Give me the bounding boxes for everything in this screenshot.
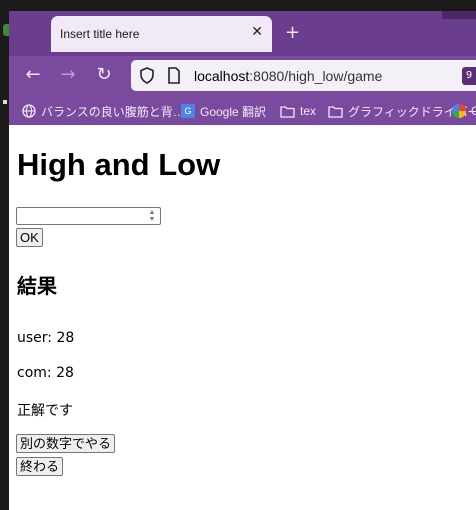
user-value: user: 28 <box>17 330 75 346</box>
address-bar[interactable]: localhost:8080/high_low/game 9 <box>131 60 476 91</box>
taskbar-mark <box>3 100 7 104</box>
bookmark-item[interactable]: G <box>452 102 476 120</box>
ok-button[interactable]: OK <box>16 228 43 247</box>
quit-button[interactable]: 終わる <box>16 457 64 476</box>
desktop-edge <box>0 0 9 510</box>
reload-icon[interactable]: ↻ <box>92 63 116 87</box>
extension-badge[interactable]: 9 <box>462 67 476 85</box>
page-icon <box>168 67 180 84</box>
page-content: High and Low ▲ ▼ OK 結果 user: 28 com: 28 正… <box>9 125 476 510</box>
bookmark-folder[interactable]: tex <box>280 102 316 120</box>
bookmark-label: G <box>471 104 476 118</box>
folder-icon <box>280 105 295 118</box>
play-again-button[interactable]: 別の数字でやる <box>16 434 116 453</box>
url-text[interactable]: localhost:8080/high_low/game <box>194 68 382 84</box>
number-input[interactable]: ▲ ▼ <box>16 207 161 225</box>
bookmark-label: Google 翻訳 <box>200 104 267 119</box>
tab-title: Insert title here <box>60 27 140 41</box>
url-host: localhost <box>194 68 250 84</box>
google-icon <box>452 104 466 118</box>
com-value: com: 28 <box>17 365 74 381</box>
shield-icon <box>140 67 154 84</box>
folder-icon <box>328 105 343 118</box>
bookmark-label: tex <box>300 104 317 118</box>
bookmarks-bar: バランスの良い腹筋と背… G Google 翻訳 tex グラフィックドライバー… <box>9 96 476 125</box>
active-tab[interactable]: Insert title here ✕ <box>51 16 272 52</box>
bookmark-item[interactable]: バランスの良い腹筋と背… <box>22 102 185 120</box>
new-tab-icon[interactable]: + <box>285 22 300 43</box>
page-title: High and Low <box>17 147 221 182</box>
result-heading: 結果 <box>17 274 57 298</box>
tab-strip: Insert title here ✕ + <box>9 11 476 56</box>
url-path: :8080/high_low/game <box>249 68 383 84</box>
globe-icon <box>22 104 36 118</box>
close-tab-icon[interactable]: ✕ <box>251 24 263 40</box>
spinner-arrows-icon[interactable]: ▲ ▼ <box>146 209 158 223</box>
nav-toolbar: ← → ↻ localhost:8080/high_low/game 9 <box>9 56 476 96</box>
browser-window: Insert title here ✕ + ← → ↻ localhost:80… <box>9 11 476 510</box>
google-translate-icon: G <box>181 104 195 118</box>
forward-arrow-icon[interactable]: → <box>56 63 80 87</box>
bookmark-label: バランスの良い腹筋と背… <box>41 104 185 119</box>
back-arrow-icon[interactable]: ← <box>21 63 45 87</box>
window-edge <box>442 11 476 19</box>
bookmark-item[interactable]: G Google 翻訳 <box>181 102 266 120</box>
result-message: 正解です <box>17 403 73 419</box>
